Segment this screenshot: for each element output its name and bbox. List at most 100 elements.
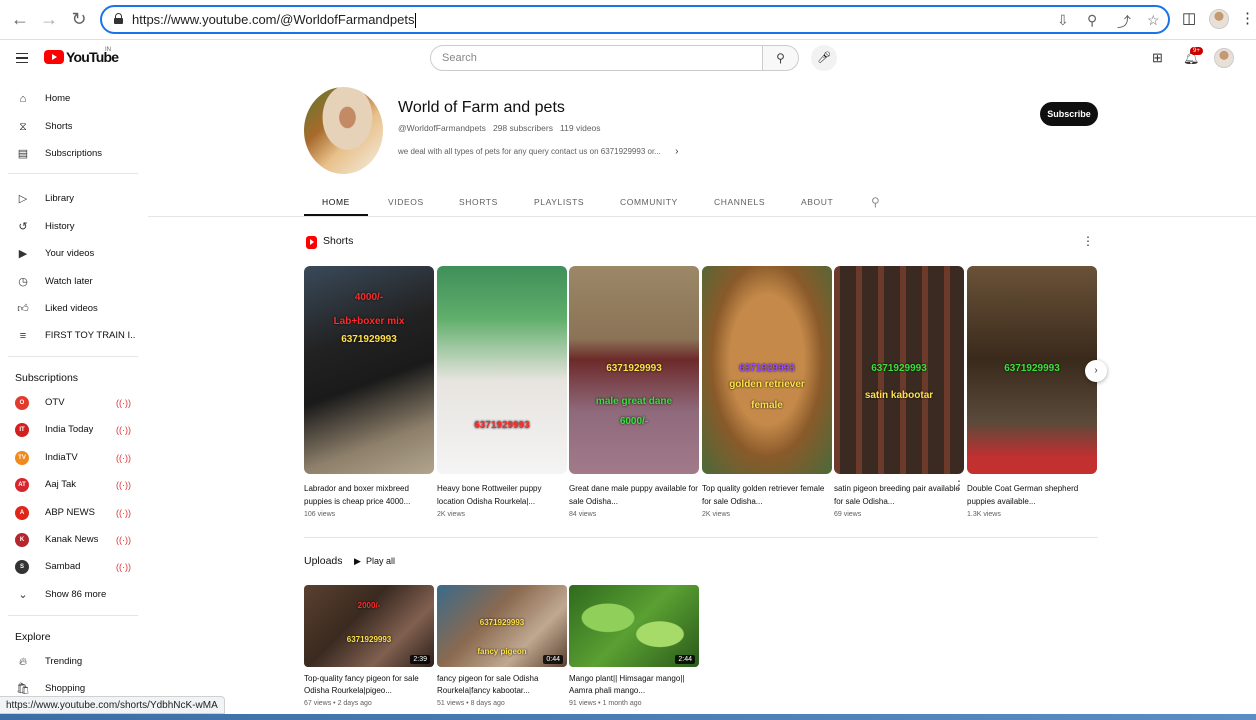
short-thumbnail[interactable]: 6371929993 male great dane 6000/-	[569, 266, 699, 474]
short-thumbnail[interactable]: 4000/- Lab+boxer mix 6371929993	[304, 266, 434, 474]
sidebar-item-history[interactable]: ↺ History	[0, 214, 142, 240]
tab-community[interactable]: COMMUNITY	[620, 188, 678, 216]
video-title[interactable]: Top-quality fancy pigeon for sale Odisha…	[304, 673, 434, 697]
shorts-icon: ⧖	[19, 121, 27, 133]
sidebar-item-watch-later[interactable]: ◷ Watch later	[0, 269, 142, 295]
bookmark-star-icon[interactable]: ☆	[1147, 12, 1160, 29]
zoom-icon[interactable]: ⚲	[1087, 12, 1097, 29]
sidebar-item-liked-videos[interactable]: 👍︎ Liked videos	[0, 296, 142, 322]
side-panel-icon[interactable]: ◫	[1182, 9, 1196, 27]
install-app-icon[interactable]: ⇩	[1057, 12, 1069, 29]
sidebar-item-shorts[interactable]: ⧖ Shorts	[0, 114, 142, 140]
reload-icon[interactable]: ↻	[67, 8, 91, 32]
back-icon[interactable]: ←	[8, 8, 32, 32]
menu-icon[interactable]	[16, 53, 28, 63]
sidebar-item-playlist[interactable]: ≡ FIRST TOY TRAIN I...	[0, 323, 142, 349]
short-card[interactable]: 6371929993 Double Coat German shepherd p…	[967, 266, 1097, 518]
lock-icon[interactable]	[114, 13, 123, 24]
short-views: 2K views	[437, 511, 466, 518]
short-card[interactable]: 6371929993 satin kabootar satin pigeon b…	[834, 266, 964, 518]
share-icon[interactable]: ⤴	[1117, 12, 1131, 32]
short-thumbnail[interactable]: 6371929993	[967, 266, 1097, 474]
play-all-button[interactable]: ▶ Play all	[354, 556, 395, 567]
subscription-item[interactable]: K Kanak News ((·))	[0, 527, 142, 553]
search-button[interactable]: ⚲	[763, 45, 799, 71]
tab-videos[interactable]: VIDEOS	[388, 188, 424, 216]
tab-playlists[interactable]: PLAYLISTS	[534, 188, 584, 216]
forward-icon[interactable]: →	[37, 8, 61, 32]
tab-channels[interactable]: CHANNELS	[714, 188, 765, 216]
subscriptions-heading: Subscriptions	[15, 372, 79, 384]
short-card[interactable]: 4000/- Lab+boxer mix 6371929993 Labrador…	[304, 266, 434, 518]
search-input[interactable]: Search	[430, 45, 763, 71]
address-bar[interactable]: https://www.youtube.com/@WorldofFarmandp…	[100, 5, 1170, 34]
video-card[interactable]: 2000/- 6371929993 2:39 Top-quality fancy…	[304, 585, 434, 707]
channel-description[interactable]: we deal with all types of pets for any q…	[398, 146, 678, 157]
subscription-item[interactable]: A ABP NEWS ((·))	[0, 500, 142, 526]
sidebar-item-label: Watch later	[45, 276, 93, 287]
subscription-item[interactable]: O OTV ((·))	[0, 390, 142, 416]
tab-about[interactable]: ABOUT	[801, 188, 833, 216]
video-thumbnail[interactable]: 2:44	[569, 585, 699, 667]
sidebar-item-your-videos[interactable]: ▶ Your videos	[0, 241, 142, 267]
subscription-item[interactable]: AT Aaj Tak ((·))	[0, 472, 142, 498]
video-card[interactable]: 2:44 Mango plant|| Himsagar mango|| Aamr…	[569, 585, 699, 707]
subscription-item[interactable]: IT India Today ((·))	[0, 417, 142, 443]
channel-page: World of Farm and pets @WorldofFarmandpe…	[148, 78, 1256, 720]
sidebar-item-label: Subscriptions	[45, 148, 103, 159]
thumbnail-overlay-text: 6371929993	[346, 635, 392, 644]
browser-toolbar: ← → ↻ https://www.youtube.com/@WorldofFa…	[0, 0, 1256, 40]
subscription-label: IndiaTV	[45, 452, 78, 463]
short-title[interactable]: Top quality golden retriever female for …	[702, 482, 832, 508]
subscription-item[interactable]: S Sambad ((·))	[0, 554, 142, 580]
subscribe-button[interactable]: Subscribe	[1040, 102, 1098, 126]
live-icon: ((·))	[116, 535, 131, 545]
short-thumbnail[interactable]: 6371929993 satin kabootar	[834, 266, 964, 474]
voice-search-icon[interactable]: 🎤︎	[811, 45, 837, 71]
video-thumbnail[interactable]: 2000/- 6371929993 2:39	[304, 585, 434, 667]
short-card[interactable]: 6371929993 male great dane 6000/- Great …	[569, 266, 699, 518]
short-thumbnail[interactable]: 6371929993	[437, 266, 567, 474]
subscription-label: Kanak News	[45, 534, 99, 545]
channel-search-icon[interactable]: ⚲	[871, 188, 880, 216]
short-title[interactable]: Great dane male puppy available for sale…	[569, 482, 699, 508]
chevron-down-icon: ⌄	[18, 589, 28, 601]
short-title[interactable]: Labrador and boxer mixbreed puppies is c…	[304, 482, 434, 508]
subscription-item[interactable]: TV IndiaTV ((·))	[0, 445, 142, 471]
video-thumbnail[interactable]: 6371929993 fancy pigeon 0:44	[437, 585, 567, 667]
browser-menu-icon[interactable]: ⋮	[1240, 9, 1255, 27]
show-more-button[interactable]: ⌄ Show 86 more	[0, 582, 142, 608]
short-thumbnail[interactable]: 6371929993 golden retriever female	[702, 266, 832, 474]
video-title[interactable]: fancy pigeon for sale Odisha Rourkela|fa…	[437, 673, 567, 697]
search-icon: ⚲	[776, 51, 785, 65]
profile-avatar[interactable]	[1209, 9, 1229, 29]
sidebar-item-home[interactable]: ⌂ Home	[0, 86, 142, 112]
channel-avatar: AT	[15, 478, 29, 492]
video-title[interactable]: Mango plant|| Himsagar mango|| Aamra pha…	[569, 673, 699, 697]
account-avatar[interactable]	[1214, 48, 1234, 68]
sidebar-item-library[interactable]: ▷ Library	[0, 186, 142, 212]
more-options-icon[interactable]: ⋮	[953, 478, 965, 492]
channel-avatar-large[interactable]	[304, 87, 383, 174]
short-card[interactable]: 6371929993 Heavy bone Rottweiler puppy l…	[437, 266, 567, 518]
shorts-icon	[306, 236, 317, 249]
video-meta: 67 views • 2 days ago	[304, 700, 372, 707]
more-options-icon[interactable]: ⋮	[1082, 234, 1094, 248]
section-divider	[304, 537, 1098, 538]
tab-home[interactable]: HOME	[304, 188, 368, 216]
short-title[interactable]: satin pigeon breeding pair available for…	[834, 482, 964, 508]
subscription-label: OTV	[45, 397, 65, 408]
chevron-right-icon[interactable]: ›	[1085, 360, 1107, 382]
short-title[interactable]: Heavy bone Rottweiler puppy location Odi…	[437, 482, 567, 508]
video-card[interactable]: 6371929993 fancy pigeon 0:44 fancy pigeo…	[437, 585, 567, 707]
sidebar-item-trending[interactable]: 🔥︎ Trending	[0, 649, 142, 675]
thumbnail-overlay-text: 6371929993	[341, 334, 397, 345]
create-video-icon[interactable]: ⊞	[1152, 50, 1163, 66]
sidebar-item-subscriptions[interactable]: ▤ Subscriptions	[0, 141, 142, 167]
library-icon: ▷	[18, 193, 28, 205]
channel-avatar: IT	[15, 423, 29, 437]
short-card[interactable]: 6371929993 golden retriever female Top q…	[702, 266, 832, 518]
short-title[interactable]: Double Coat German shepherd puppies avai…	[967, 482, 1097, 508]
tab-shorts[interactable]: SHORTS	[459, 188, 498, 216]
video-duration: 0:44	[543, 655, 563, 664]
